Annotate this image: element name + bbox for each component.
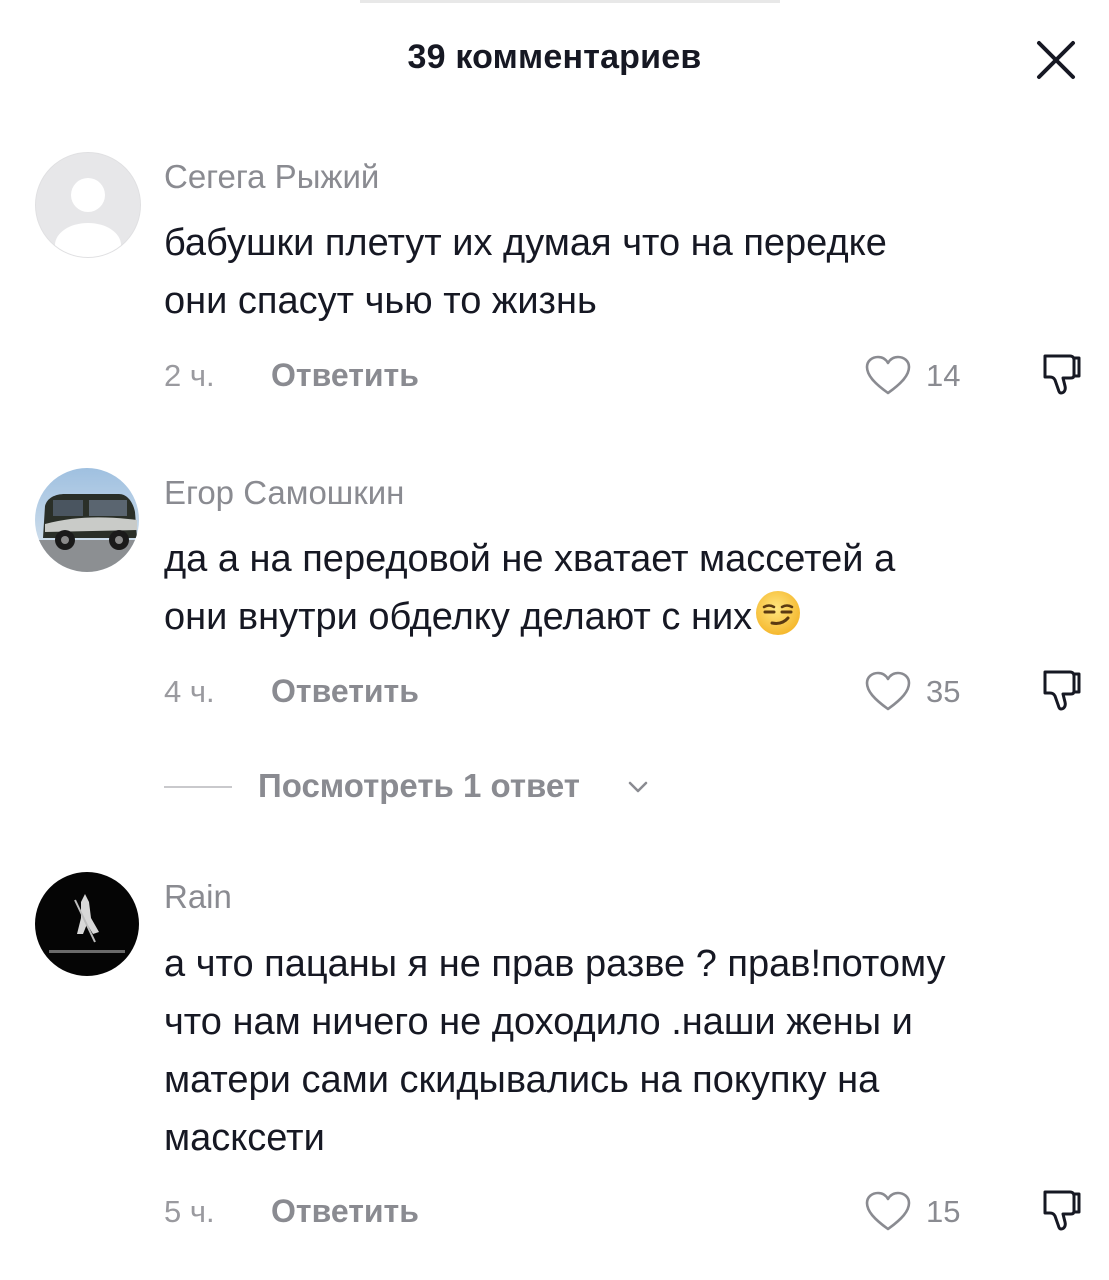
comment-text-line: да а на передовой не хватает массетей а <box>164 538 896 580</box>
avatar[interactable] <box>35 152 141 258</box>
like-button[interactable] <box>864 1190 912 1232</box>
comment-time: 4 ч. <box>164 674 215 709</box>
view-replies-label: Посмотреть 1 ответ <box>258 767 580 804</box>
comment-username[interactable]: Егор Самошкин <box>164 474 404 512</box>
comment-text-line: они внутри обделку делают с них <box>164 596 753 638</box>
dislike-button[interactable] <box>1036 350 1084 398</box>
comments-count-title: 39 комментариев <box>407 38 702 76</box>
comment-text-line: масксети <box>164 1117 325 1159</box>
dark-figure-avatar <box>35 872 139 976</box>
heart-icon <box>865 671 911 711</box>
comment-text: да а на передовой не хватает массетей а … <box>164 530 895 646</box>
reply-button[interactable]: Ответить <box>271 357 419 394</box>
comment-username[interactable]: Rain <box>164 878 232 916</box>
heart-icon <box>865 1191 911 1231</box>
close-button[interactable] <box>1032 36 1080 84</box>
comment-time: 5 ч. <box>164 1194 215 1229</box>
chevron-down-icon <box>628 781 648 793</box>
smirking-face-emoji-icon <box>756 591 801 635</box>
sheet-top-strip <box>360 0 780 3</box>
like-count: 14 <box>926 358 961 393</box>
comment-text-line: а что пацаны я не прав разве ? прав!пото… <box>164 943 946 985</box>
like-button[interactable] <box>864 670 912 712</box>
view-replies-divider <box>164 786 232 788</box>
heart-icon <box>865 355 911 395</box>
dislike-button[interactable] <box>1036 666 1084 714</box>
comment-text: бабушки плетут их думая что на передке о… <box>164 214 887 330</box>
default-avatar-icon <box>36 153 140 257</box>
car-photo-avatar <box>35 468 139 572</box>
thumbs-down-icon <box>1043 1190 1081 1231</box>
reply-button[interactable]: Ответить <box>271 1193 419 1230</box>
avatar[interactable] <box>35 468 139 572</box>
like-count: 15 <box>926 1194 961 1229</box>
comment-text-line-with-emoji: они внутри обделку делают с них <box>164 588 895 646</box>
comment-time: 2 ч. <box>164 358 215 393</box>
dislike-button[interactable] <box>1036 1186 1084 1234</box>
thumbs-down-icon <box>1043 670 1081 711</box>
comment-text: а что пацаны я не прав разве ? прав!пото… <box>164 935 946 1167</box>
avatar[interactable] <box>35 872 139 976</box>
comments-sheet: 39 комментариев Сегега Рыжий бабушки пле… <box>0 0 1109 1280</box>
like-count: 35 <box>926 674 961 709</box>
comment-text-line: что нам ничего не доходило .наши жены и <box>164 1001 913 1043</box>
close-icon <box>1037 41 1075 79</box>
thumbs-down-icon <box>1043 354 1081 395</box>
reply-button[interactable]: Ответить <box>271 673 419 710</box>
comment-text-line: матери сами скидывались на покупку на <box>164 1059 880 1101</box>
comment-text-line: бабушки плетут их думая что на передке <box>164 222 887 264</box>
comment-text-line: они спасут чью то жизнь <box>164 280 597 322</box>
like-button[interactable] <box>864 354 912 396</box>
comment-username[interactable]: Сегега Рыжий <box>164 158 379 196</box>
